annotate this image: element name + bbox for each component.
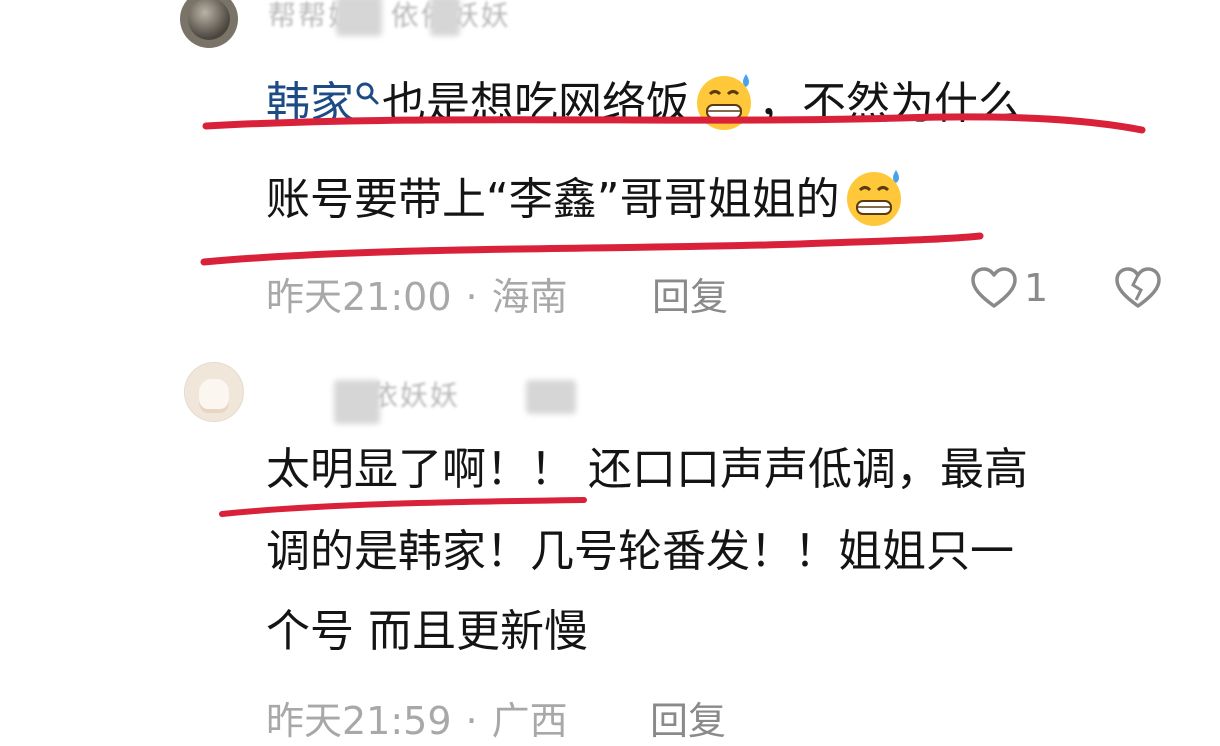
comment-text: 调的是韩家！几号轮番发！！姐姐只一 [266,526,1014,577]
comment-line-3: 个号 而且更新慢 [266,606,588,658]
comment-meta: 昨天21:59 · 广西 [266,699,568,743]
username-redaction [334,380,380,424]
location: 广西 [491,699,568,743]
comment-2: 依妖妖 太明显了啊！！ 还口口声声低调，最高 调的是韩家！几号轮番发！！姐姐只一… [0,0,1220,746]
username-redaction [526,380,576,414]
comment-text: 个号 而且更新慢 [266,606,588,657]
username[interactable]: 依妖妖 [370,374,460,414]
reply-button[interactable]: 回复 [650,690,726,745]
comment-line-1: 太明显了啊！！ 还口口声声低调，最高 [266,444,1028,496]
comment-text: 太明显了啊！！ 还口口声声低调，最高 [266,444,1028,495]
timestamp: 昨天21:59 [266,699,452,743]
comment-line-2: 调的是韩家！几号轮番发！！姐姐只一 [266,526,1014,578]
avatar[interactable] [184,362,244,422]
